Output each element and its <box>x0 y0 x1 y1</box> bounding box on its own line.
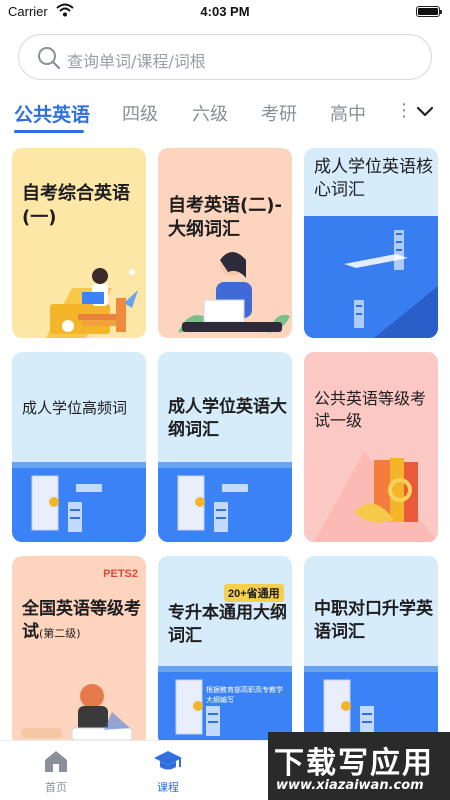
card-note: 根据教育部高职高专教学大纲编写 <box>206 686 283 704</box>
search-icon <box>38 47 61 70</box>
pets2-tag: PETS2 <box>103 568 138 580</box>
card-title: 中职对口升学英语词汇 <box>314 599 433 642</box>
nav-courses-label: 课程 <box>157 781 179 794</box>
nav-home[interactable]: 首页 <box>26 749 86 795</box>
tab-postgraduate[interactable]: 考研 <box>261 100 297 126</box>
card-title: 专升本通用大纲词汇 <box>168 603 287 646</box>
course-card-adult-degree-outline[interactable]: 成人学位英语大纲词汇 <box>158 352 292 542</box>
course-card-self-study-comprehensive[interactable]: 自考综合英语(一) <box>12 148 146 338</box>
card-title: 成人学位高频词 <box>22 399 128 417</box>
card-title: 成人学位英语核心词汇 <box>314 157 433 200</box>
card-subtitle: (第二级) <box>39 626 81 640</box>
watermark: 下载写应用 www.xiazaiwan.com <box>268 732 450 800</box>
student-desk-illustration <box>22 684 133 741</box>
card-title: 全国英语等级考试(第二级) <box>22 599 141 642</box>
course-card-pets2[interactable]: PETS2 全国英语等级考试(第二级) <box>12 556 146 746</box>
status-bar: Carrier 4:03 PM <box>0 0 450 24</box>
card-title: 成人学位英语大纲词汇 <box>168 397 287 440</box>
card-title: 自考综合英语(一) <box>22 183 130 229</box>
watermark-url: www.xiazaiwan.com <box>276 778 424 793</box>
category-tabs: 公共英语 四级 六级 考研 高中 ⋮ <box>0 96 450 136</box>
course-card-self-study-english-2[interactable]: 自考英语(二)-大纲词汇 <box>158 148 292 338</box>
nav-home-label: 首页 <box>45 781 67 794</box>
graduation-cap-icon <box>154 751 182 770</box>
staircase-illustration <box>304 216 438 338</box>
course-card-public-english-level1[interactable]: 公共英语等级考试一级 <box>304 352 438 542</box>
student-writing-illustration <box>178 252 290 333</box>
tab-public-english[interactable]: 公共英语 <box>14 100 90 127</box>
clock: 4:03 PM <box>200 4 250 19</box>
chevron-down-icon[interactable] <box>416 106 434 118</box>
nav-courses[interactable]: 课程 <box>138 749 198 795</box>
search-input[interactable]: 查询单词/课程/词根 <box>67 48 206 72</box>
course-card-adult-degree-core[interactable]: 成人学位英语核心词汇 <box>304 148 438 338</box>
course-card-adult-degree-frequent[interactable]: 成人学位高频词 <box>12 352 146 542</box>
tab-high-school[interactable]: 高中 <box>330 100 366 126</box>
documents-illustration <box>158 462 292 542</box>
card-title: 自考英语(二)-大纲词汇 <box>168 195 282 241</box>
course-card-upgrade-outline[interactable]: 20+省通用 专升本通用大纲词汇 根据教育部高职高专教学大纲编写 <box>158 556 292 746</box>
books-magnifier-illustration <box>314 452 438 542</box>
more-dots-icon: ⋮ <box>395 100 413 121</box>
watermark-text: 下载写应用 <box>274 746 434 781</box>
search-bar[interactable]: 查询单词/课程/词根 <box>18 34 432 80</box>
home-icon <box>45 751 67 772</box>
course-card-vocational-upgrade[interactable]: 中职对口升学英语词汇 <box>304 556 438 746</box>
documents-illustration <box>12 462 146 542</box>
card-title: 公共英语等级考试一级 <box>314 389 427 430</box>
provinces-badge: 20+省通用 <box>224 584 284 602</box>
student-reading-illustration <box>46 268 138 338</box>
tab-cet4[interactable]: 四级 <box>122 100 158 126</box>
tab-cet6[interactable]: 六级 <box>192 100 228 126</box>
battery-icon <box>416 6 442 17</box>
active-tab-indicator <box>14 130 84 133</box>
